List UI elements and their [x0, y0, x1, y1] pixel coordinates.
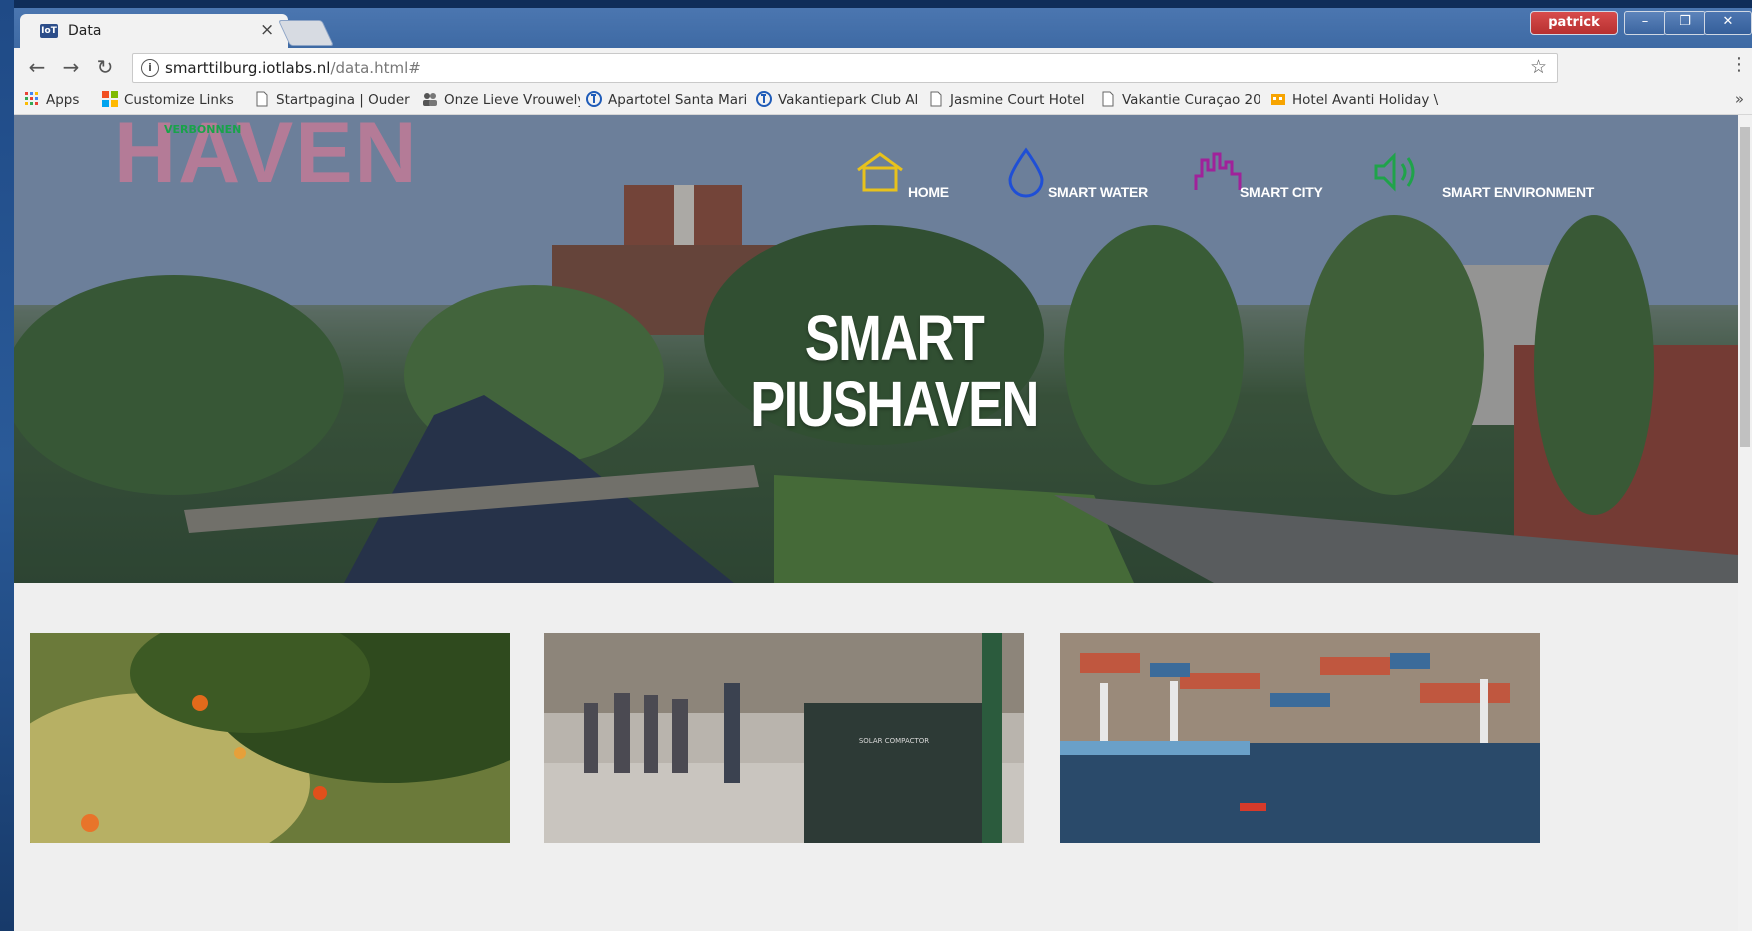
bookmark-vakantie-curacao[interactable]: Vakantie Curaçao 201	[1100, 91, 1260, 111]
nav-label-smart-environment: SMART ENVIRONMENT	[1442, 184, 1595, 200]
reload-icon[interactable]: ↻	[92, 54, 118, 80]
more-bookmarks-icon[interactable]: »	[1735, 90, 1744, 108]
speaker-sound-icon	[1374, 152, 1415, 192]
back-arrow-icon[interactable]: ←	[24, 54, 50, 80]
url-host: smarttilburg.iotlabs.nl	[165, 59, 331, 77]
d-logo-icon	[586, 91, 602, 107]
d-logo-icon	[756, 91, 772, 107]
solar-compactor-caption: SOLAR COMPACTOR	[859, 737, 929, 745]
card-street[interactable]: SOLAR COMPACTOR	[544, 633, 1024, 843]
card-trees[interactable]	[30, 633, 510, 843]
kebab-menu-icon[interactable]: ⋮	[1730, 54, 1748, 75]
nav-smart-environment[interactable]: SMART ENVIRONMENT	[1372, 150, 1595, 200]
bookmark-label: Jasmine Court Hotel i	[950, 92, 1090, 108]
iot-favicon-icon: IoT	[40, 24, 58, 38]
nav-label-smart-city: SMART CITY	[1240, 184, 1323, 200]
nav-smart-water[interactable]: SMART WATER	[1004, 147, 1164, 200]
bookmark-label: Vakantie Curaçao 201	[1122, 92, 1260, 108]
bookmark-label: Customize Links	[124, 92, 234, 108]
container-harbor-image	[1060, 633, 1540, 843]
tab-title: Data	[68, 23, 102, 39]
nav-label-home: HOME	[908, 184, 949, 200]
apps-grid-icon	[24, 91, 40, 107]
page-icon	[928, 91, 944, 107]
bookmark-label: Apps	[46, 92, 80, 108]
bookmark-startpagina[interactable]: Startpagina | Ouder P	[254, 91, 412, 111]
ms-logo-icon	[102, 91, 118, 107]
bookmark-apps[interactable]: Apps	[24, 91, 96, 111]
trees-with-oranges-image	[30, 633, 510, 843]
nav-home[interactable]: HOME	[854, 150, 974, 200]
bookmark-label: Onze Lieve Vrouwelyc	[444, 92, 580, 108]
bookmark-label: Vakantiepark Club Alb	[778, 92, 918, 108]
web-page: HAVEN VERBONNEN HOME SMART WATER SMART C…	[14, 115, 1752, 931]
desktop-left-edge	[0, 0, 14, 931]
close-window-button[interactable]: ✕	[1704, 11, 1752, 35]
bookmark-customize-links[interactable]: Customize Links	[102, 91, 242, 111]
hero-title-line2: PIUSHAVEN	[750, 368, 1039, 440]
water-drop-icon	[1008, 147, 1044, 198]
page-scrollbar[interactable]	[1738, 115, 1752, 931]
site-logo[interactable]: HAVEN	[114, 115, 419, 196]
nav-smart-city[interactable]: SMART CITY	[1194, 150, 1344, 200]
bookmark-hotel-avanti[interactable]: Hotel Avanti Holiday \	[1270, 91, 1448, 111]
city-skyline-icon	[1194, 152, 1242, 190]
info-icon[interactable]: i	[141, 59, 159, 77]
profile-button[interactable]: patrick	[1530, 11, 1618, 35]
bookmark-jasmine-court[interactable]: Jasmine Court Hotel i	[928, 91, 1090, 111]
title-bar: IoT Data × patrick – ❐ ✕	[14, 8, 1752, 48]
forward-arrow-icon[interactable]: →	[58, 54, 84, 80]
bookmark-label: Apartotel Santa Maria	[608, 92, 746, 108]
card-harbor[interactable]	[1060, 633, 1540, 843]
logo-subtext: VERBONNEN	[164, 123, 242, 136]
hotel-icon	[1270, 91, 1286, 107]
bookmark-onze-lieve[interactable]: Onze Lieve Vrouwelyc	[422, 91, 580, 111]
tab-data[interactable]: IoT Data ×	[20, 14, 288, 48]
url-path: /data.html#	[330, 59, 421, 77]
hero-title-line1: SMART	[804, 302, 985, 374]
scroll-thumb[interactable]	[1740, 127, 1750, 447]
restore-button[interactable]: ❐	[1664, 11, 1706, 35]
bookmark-apartotel[interactable]: Apartotel Santa Maria	[586, 91, 746, 111]
browser-window: IoT Data × patrick – ❐ ✕ ← → ↻ i smartti…	[14, 8, 1752, 931]
bookmark-star-icon[interactable]: ☆	[1530, 56, 1547, 78]
url-text: smarttilburg.iotlabs.nl/data.html#	[165, 59, 421, 77]
bookmark-label: Startpagina | Ouder P	[276, 92, 412, 108]
browser-toolbar: ← → ↻ i smarttilburg.iotlabs.nl/data.htm…	[14, 48, 1752, 86]
page-icon	[1100, 91, 1116, 107]
nav-label-smart-water: SMART WATER	[1048, 184, 1148, 200]
bookmark-vakantiepark[interactable]: Vakantiepark Club Alb	[756, 91, 918, 111]
shopping-street-image: SOLAR COMPACTOR	[544, 633, 1024, 843]
address-bar[interactable]: i smarttilburg.iotlabs.nl/data.html# ☆	[132, 53, 1558, 83]
hero-banner: HAVEN VERBONNEN HOME SMART WATER SMART C…	[14, 115, 1738, 583]
minimize-button[interactable]: –	[1624, 11, 1666, 35]
page-icon	[254, 91, 270, 107]
bookmark-label: Hotel Avanti Holiday \	[1292, 92, 1439, 108]
hero-title: SMART PIUSHAVEN	[664, 305, 1123, 437]
house-icon	[857, 152, 903, 192]
tab-close-icon[interactable]: ×	[260, 20, 274, 40]
bookmarks-bar: Apps Customize Links Startpagina | Ouder…	[14, 86, 1752, 115]
people-icon	[422, 91, 438, 107]
